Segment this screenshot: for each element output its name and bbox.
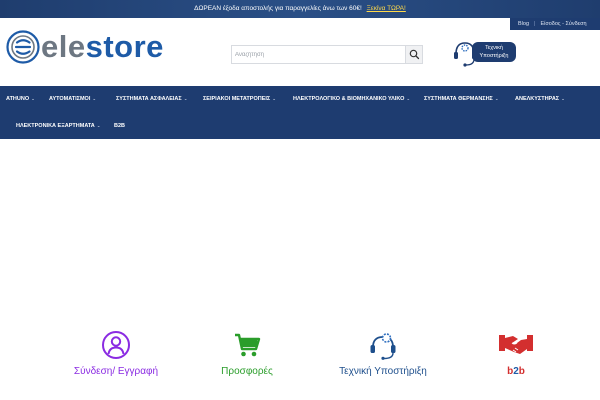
- separator: |: [534, 21, 536, 27]
- search-icon: [409, 49, 420, 60]
- nav-item-serial-converters[interactable]: ΣΕΙΡΙΑΚΟΙ ΜΕΤΑΤΡΟΠΕΙΣ ⌄: [203, 96, 276, 102]
- chevron-down-icon: ⌄: [494, 96, 499, 101]
- blog-link[interactable]: Blog: [518, 21, 529, 27]
- feature-offers[interactable]: Προσφορές: [192, 330, 302, 377]
- promo-bar: ΔΩΡΕΑΝ έξοδα αποστολής για παραγγελίες ά…: [0, 0, 600, 18]
- login-link[interactable]: Είσοδος - Σύνδεση: [540, 21, 586, 27]
- chevron-down-icon: ⌄: [92, 96, 97, 101]
- nav-item-security-systems[interactable]: ΣΥΣΤΗΜΑΤΑ ΑΣΦΑΛΕΙΑΣ ⌄: [116, 96, 187, 102]
- nav-item-heating-systems[interactable]: ΣΥΣΤΗΜΑΤΑ ΘΕΡΜΑΝΣΗΣ ⌄: [424, 96, 499, 102]
- feature-login-label: Σύνδεση/ Εγγραφή: [73, 366, 159, 377]
- logo-wordmark: elestore: [41, 29, 164, 64]
- feature-support-label: Τεχνική Υποστήριξη: [339, 366, 427, 377]
- chevron-down-icon: ⌄: [96, 123, 101, 128]
- support-label: Τεχνική Υποστήριξη: [472, 42, 516, 62]
- top-links: Blog | Είσοδος - Σύνδεση: [510, 18, 600, 30]
- support-headset-icon: [370, 333, 396, 360]
- chevron-down-icon: ⌄: [272, 96, 276, 101]
- chevron-down-icon: ⌄: [31, 96, 35, 101]
- promo-text: ΔΩΡΕΑΝ έξοδα αποστολής για παραγγελίες ά…: [194, 5, 362, 12]
- promo-cta-link[interactable]: Ξεκίνα ΤΩΡΑ!: [367, 5, 406, 12]
- feature-b2b-label: b2b: [507, 366, 525, 377]
- nav-item-electronic-components[interactable]: ΗΛΕΚΤΡΟΝΙΚΑ ΕΞΑΡΤΗΜΑΤΑ ⌄: [16, 123, 101, 129]
- nav-item-electrical-industrial[interactable]: ΗΛΕΚΤΡΟΛΟΓΙΚΟ & ΒΙΟΜΗΧΑΝΙΚΟ ΥΛΙΚΟ ⌄: [293, 96, 410, 102]
- nav-item-automations[interactable]: ΑΥΤΟΜΑΤΙΣΜΟΙ ⌄: [49, 96, 96, 102]
- site-logo[interactable]: elestore: [6, 28, 201, 66]
- nav-item-elevators[interactable]: ΑΝΕΛΚΥΣΤΗΡΑΣ ⌄: [515, 96, 565, 102]
- chevron-down-icon: ⌄: [406, 96, 411, 101]
- handshake-icon: [499, 335, 533, 354]
- chevron-down-icon: ⌄: [183, 96, 188, 101]
- feature-offers-label: Προσφορές: [221, 366, 273, 377]
- chevron-down-icon: ⌄: [561, 96, 565, 101]
- search-bar: [231, 45, 423, 64]
- header-support-badge[interactable]: Τεχνική Υποστήριξη: [452, 38, 516, 70]
- nav-item-athuno[interactable]: ATHUNO ⌄: [6, 96, 35, 102]
- search-button[interactable]: [405, 46, 422, 63]
- main-navigation: ATHUNO ⌄ ΑΥΤΟΜΑΤΙΣΜΟΙ ⌄ ΣΥΣΤΗΜΑΤΑ ΑΣΦΑΛΕΙΑ…: [0, 86, 600, 139]
- logo-emblem-icon: [6, 30, 40, 64]
- feature-login-register[interactable]: Σύνδεση/ Εγγραφή: [61, 330, 171, 377]
- user-circle-icon: [102, 331, 130, 359]
- feature-b2b[interactable]: b2b: [461, 330, 571, 377]
- nav-item-b2b[interactable]: B2B: [114, 123, 125, 129]
- feature-tech-support[interactable]: Τεχνική Υποστήριξη: [328, 330, 438, 377]
- search-input[interactable]: [232, 46, 406, 63]
- shopping-cart-icon: [235, 333, 261, 357]
